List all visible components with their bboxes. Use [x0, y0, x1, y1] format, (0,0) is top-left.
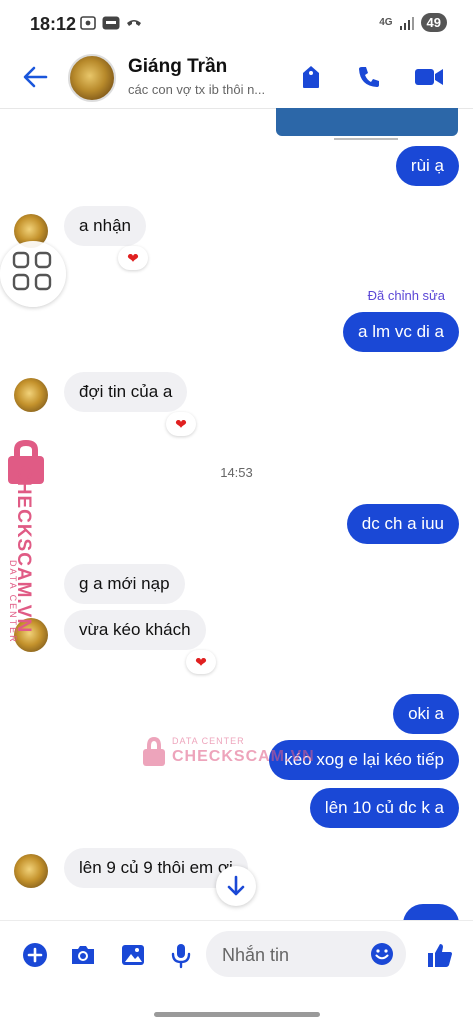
watermark-center-line2: CHECKSCAM.VN: [172, 748, 315, 765]
status-icons-left: [80, 16, 142, 30]
message-incoming[interactable]: a nhận: [64, 206, 146, 246]
sender-avatar[interactable]: [14, 854, 48, 888]
message-list[interactable]: rùi ạ a nhận ❤ Đã chỉnh sửa a lm vc di a…: [0, 108, 473, 920]
camera-icon[interactable]: [69, 941, 97, 969]
phone-call-icon[interactable]: [356, 64, 382, 90]
microphone-icon[interactable]: [167, 941, 195, 969]
edited-label: Đã chỉnh sửa: [367, 288, 445, 303]
message-input[interactable]: [220, 931, 364, 979]
sender-avatar[interactable]: [14, 378, 48, 412]
gesture-bar: [154, 1012, 320, 1017]
contact-avatar[interactable]: [68, 54, 116, 102]
network-label: 4G: [379, 17, 393, 28]
contact-name[interactable]: Giáng Trần: [128, 56, 227, 78]
tag-icon[interactable]: [298, 64, 324, 90]
heart-reaction[interactable]: ❤: [186, 650, 216, 674]
signal-icon: [399, 16, 414, 30]
message-outgoing[interactable]: dc ch a iuu: [346, 504, 459, 544]
video-call-icon[interactable]: [414, 64, 444, 90]
preview-progress-line: [334, 138, 398, 140]
battery-badge: 49: [420, 13, 447, 32]
message-outgoing[interactable]: rùi ạ: [395, 146, 459, 186]
status-icons-right: 4G 49: [379, 13, 447, 32]
message-outgoing[interactable]: lên 10 củ dc k a: [309, 788, 459, 828]
message-incoming[interactable]: đợi tin của a: [64, 372, 188, 412]
shared-media-preview[interactable]: [276, 108, 458, 136]
heart-reaction[interactable]: ❤: [166, 412, 196, 436]
thumbs-up-icon[interactable]: [426, 941, 454, 969]
message-incoming[interactable]: vừa kéo khách: [64, 610, 206, 650]
watermark-line2: CHECKSCAM.VN: [13, 466, 34, 634]
floating-app-grid-button[interactable]: [0, 241, 66, 307]
message-outgoing[interactable]: oki a: [393, 694, 459, 734]
zalo-icon: [102, 16, 120, 30]
time-divider: 14:53: [220, 465, 253, 480]
contact-subtitle[interactable]: các con vợ tx ib thôi n...: [128, 82, 265, 97]
scroll-to-bottom-button[interactable]: [216, 866, 256, 906]
image-icon[interactable]: [119, 941, 147, 969]
arrow-down-icon: [227, 875, 245, 896]
lock-logo-icon: [143, 737, 165, 766]
plus-icon[interactable]: [21, 941, 49, 969]
status-time: 18:12: [30, 14, 77, 34]
back-arrow-icon[interactable]: [22, 64, 48, 90]
chat-header: Giáng Trần các con vợ tx ib thôi n...: [0, 46, 473, 109]
emoji-icon[interactable]: [370, 942, 394, 966]
message-outgoing-partial[interactable]: [403, 904, 459, 920]
message-outgoing[interactable]: a lm vc di a: [343, 312, 459, 352]
status-bar: 18:12 4G 49: [0, 0, 473, 46]
watermark-center-line1: DATA CENTER: [172, 736, 245, 746]
heart-reaction[interactable]: ❤: [118, 246, 148, 270]
screen-record-icon: [80, 16, 96, 30]
call-icon: [127, 20, 141, 26]
watermark-vertical: DATA CENTER CHECKSCAM.VN: [4, 438, 48, 678]
message-composer: [0, 920, 473, 991]
grid-icon: [12, 251, 52, 291]
message-input-wrapper: [206, 931, 406, 979]
message-incoming[interactable]: g a mới nạp: [64, 564, 185, 604]
watermark-center: DATA CENTER CHECKSCAM.VN: [140, 734, 314, 770]
